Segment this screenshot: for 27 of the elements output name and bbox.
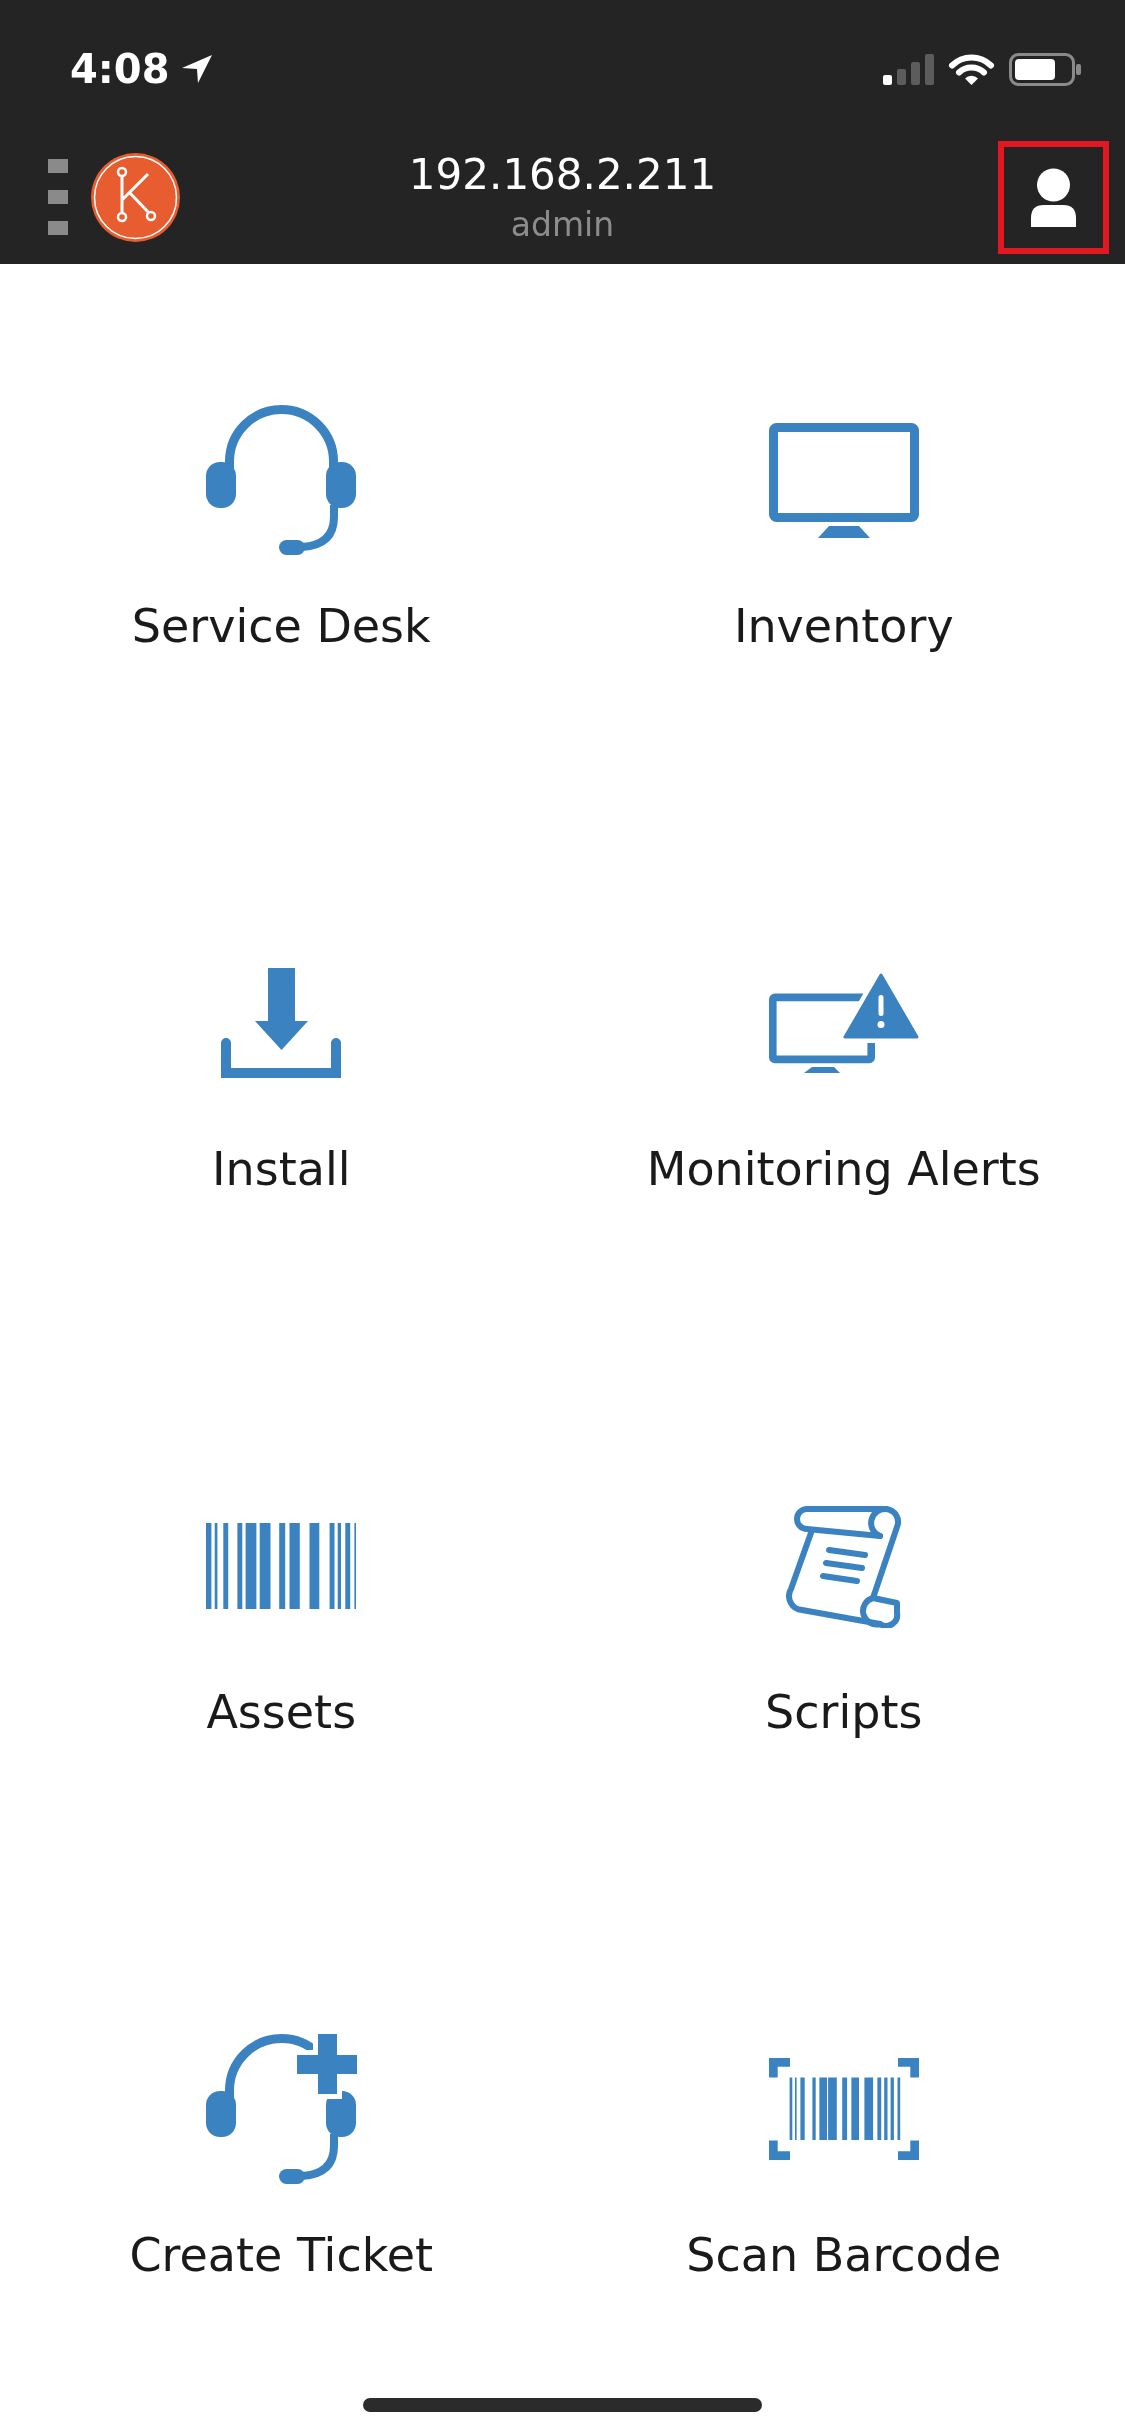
menu-item[interactable]: Scan Barcode — [686, 2029, 1002, 2285]
server-address: 192.168.2.211 — [408, 149, 717, 201]
kebab-menu-icon[interactable] — [48, 159, 68, 235]
menu-item[interactable]: Service Desk — [131, 400, 431, 656]
headset-plus-icon — [205, 2034, 357, 2184]
headset-icon — [206, 405, 357, 555]
monitor-icon — [768, 422, 919, 538]
barcode-frame-icon — [768, 2058, 919, 2160]
battery-icon — [1009, 52, 1081, 86]
menu-item[interactable]: Create Ticket — [129, 2029, 434, 2285]
location-arrow-icon — [181, 55, 212, 83]
profile-button[interactable] — [998, 140, 1109, 254]
download-icon — [221, 968, 342, 1078]
menu-item[interactable]: Assets — [206, 1486, 357, 1742]
status-time: 4:08 — [70, 45, 170, 93]
logo-icon — [91, 152, 180, 242]
menu-item[interactable]: Monitoring Alerts — [646, 943, 1041, 1199]
wifi-icon — [948, 52, 995, 86]
menu-item[interactable]: Scripts — [765, 1486, 923, 1742]
menu-item[interactable]: Inventory — [733, 400, 954, 656]
barcode-icon — [206, 1523, 357, 1609]
scroll-icon — [785, 1504, 902, 1628]
menu-item[interactable]: Install — [212, 943, 351, 1199]
signal-icon — [883, 53, 934, 85]
user-icon — [1031, 167, 1076, 227]
user-name: admin — [510, 205, 615, 245]
monitor-warning-icon — [768, 973, 919, 1073]
